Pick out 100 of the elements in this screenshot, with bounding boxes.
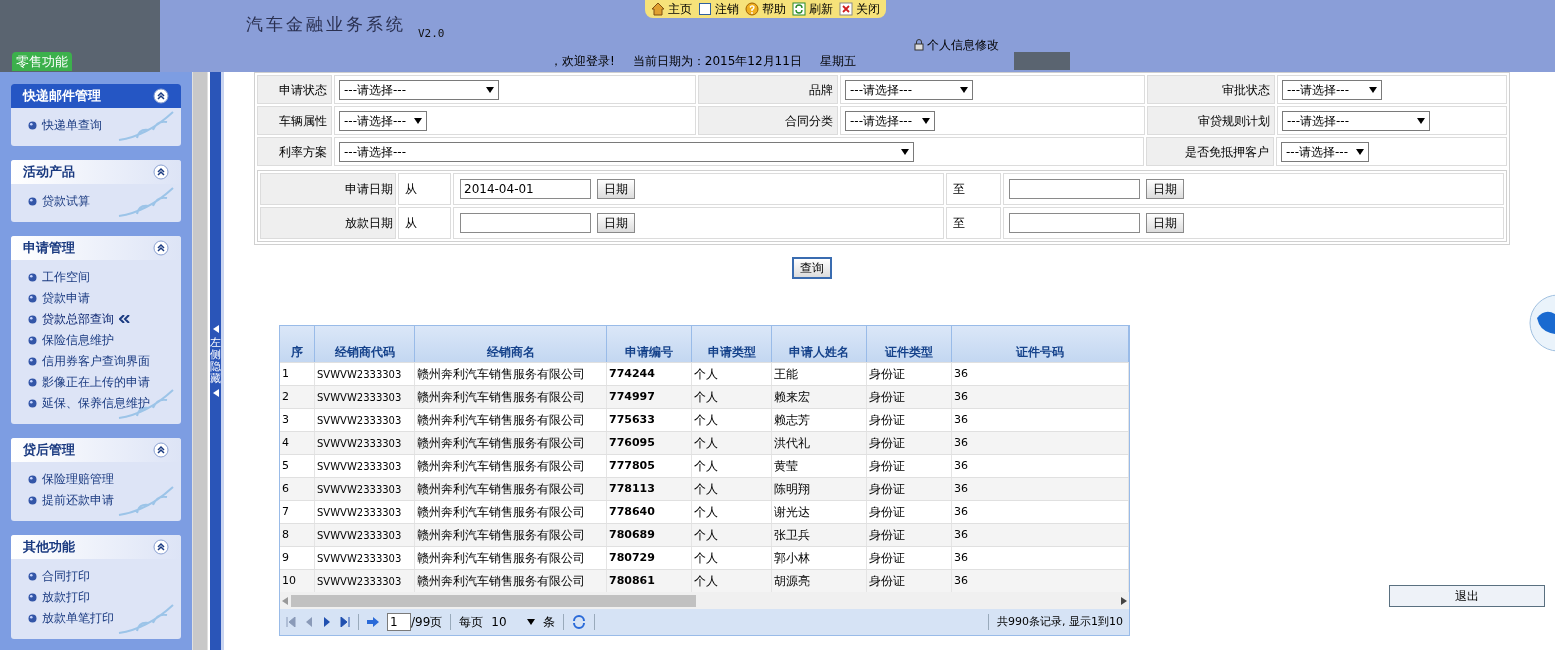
table-row[interactable]: 2 SVWVW2333303 赣州奔利汽车销售服务有限公司 774997 个人 赖来宏 身份证 36 — [280, 385, 1129, 408]
to-label: 至 — [953, 181, 965, 198]
panel-header[interactable]: 活动产品 — [11, 160, 181, 184]
table-row[interactable]: 7 SVWVW2333303 赣州奔利汽车销售服务有限公司 778640 个人 谢光达 身份证 36 — [280, 500, 1129, 523]
date-button[interactable]: 日期 — [1146, 179, 1184, 199]
document-icon — [697, 2, 712, 16]
panel-title: 申请管理 — [23, 239, 75, 258]
menu-item[interactable]: 放款单笔打印 — [28, 609, 164, 627]
bullet-icon — [28, 571, 37, 581]
search-button[interactable]: 查询 — [792, 257, 832, 279]
profile-link[interactable]: 个人信息修改 — [914, 38, 999, 52]
menu-item[interactable]: 贷款试算 — [28, 192, 164, 210]
select-field[interactable]: ---请选择--- — [1281, 141, 1369, 162]
date-input[interactable]: 2014-04-01 — [460, 179, 591, 199]
per-page-unit: 条 — [543, 614, 556, 631]
filter-label: 申请状态 — [257, 75, 332, 104]
panel-header[interactable]: 快递邮件管理 — [11, 84, 181, 108]
bullet-icon — [28, 495, 37, 505]
collapse-icon[interactable] — [153, 539, 169, 555]
select-field[interactable]: ---请选择--- — [1282, 79, 1382, 100]
select-field[interactable]: ---请选择--- — [1282, 110, 1430, 131]
menu-item[interactable]: 影像正在上传的申请 — [28, 373, 164, 391]
table-row[interactable]: 1 SVWVW2333303 赣州奔利汽车销售服务有限公司 774244 个人 王能 身份证 36 — [280, 362, 1129, 385]
date-button[interactable]: 日期 — [1146, 213, 1184, 233]
table-row[interactable]: 3 SVWVW2333303 赣州奔利汽车销售服务有限公司 775633 个人 赖志芳 身份证 36 — [280, 408, 1129, 431]
select-field[interactable]: ---请选择--- — [845, 79, 973, 100]
filter-label: 审批状态 — [1147, 75, 1275, 104]
menu-item[interactable]: 合同打印 — [28, 567, 164, 585]
select-field[interactable]: ---请选择--- — [339, 79, 499, 100]
toolbar-link[interactable]: 注销 — [697, 0, 739, 18]
menu-item[interactable]: 放款打印 — [28, 588, 164, 606]
go-arrow-icon[interactable] — [367, 617, 379, 627]
toolbar-link[interactable]: 主页 — [650, 0, 692, 18]
next-page-icon[interactable] — [322, 617, 332, 627]
bullet-icon — [28, 398, 37, 408]
dropdown-arrow-icon — [1369, 86, 1377, 93]
panel-title: 活动产品 — [23, 163, 75, 182]
lock-icon — [914, 39, 924, 51]
menu-item[interactable]: 快递单查询 — [28, 116, 164, 134]
panel-title: 贷后管理 — [23, 441, 75, 460]
toolbar-link[interactable]: 刷新 — [791, 0, 833, 18]
scrollbar-thumb[interactable] — [291, 594, 696, 607]
panel-header[interactable]: 贷后管理 — [11, 438, 181, 462]
dropdown-arrow-icon — [1417, 117, 1425, 124]
table-row[interactable]: 9 SVWVW2333303 赣州奔利汽车销售服务有限公司 780729 个人 郭小林 身份证 36 — [280, 546, 1129, 569]
date-button[interactable]: 日期 — [597, 179, 635, 199]
filter-label: 合同分类 — [698, 106, 838, 135]
total-pages: /99页 — [411, 614, 443, 631]
table-row[interactable]: 6 SVWVW2333303 赣州奔利汽车销售服务有限公司 778113 个人 陈明翔 身份证 36 — [280, 477, 1129, 500]
current-date: 当前日期为：2015年12月11日 — [632, 53, 802, 70]
filter-label: 申请日期 — [260, 173, 396, 205]
menu-item[interactable]: 保险信息维护 — [28, 331, 164, 349]
close-icon — [838, 2, 853, 16]
filter-label: 是否免抵押客户 — [1146, 137, 1274, 166]
bullet-icon — [28, 120, 37, 130]
table-row[interactable]: 10 SVWVW2333303 赣州奔利汽车销售服务有限公司 780861 个人 胡源亮 身份证 36 — [280, 569, 1129, 592]
exit-button[interactable]: 退出 — [1389, 585, 1545, 607]
collapse-icon[interactable] — [153, 240, 169, 256]
welcome-text: ，欢迎登录! — [550, 53, 615, 70]
filter-label: 审贷规则计划 — [1147, 106, 1275, 135]
date-input[interactable] — [1009, 213, 1140, 233]
menu-item[interactable]: 保险理赔管理 — [28, 470, 164, 488]
weekday-text: 星期五 — [819, 53, 856, 70]
page-input[interactable]: 1 — [387, 613, 411, 631]
date-input[interactable] — [1009, 179, 1140, 199]
home-icon — [650, 2, 665, 16]
menu-item[interactable]: 贷款总部查询 — [28, 310, 164, 328]
last-page-icon[interactable] — [340, 617, 350, 627]
collapse-icon[interactable] — [153, 88, 169, 104]
panel-header[interactable]: 其他功能 — [11, 535, 181, 559]
per-page-label: 每页 — [459, 614, 484, 631]
menu-item[interactable]: 工作空间 — [28, 268, 164, 286]
date-button[interactable]: 日期 — [597, 213, 635, 233]
record-summary: 共990条记录, 显示1到10 — [997, 613, 1123, 630]
table-row[interactable]: 8 SVWVW2333303 赣州奔利汽车销售服务有限公司 780689 个人 张卫兵 身份证 36 — [280, 523, 1129, 546]
date-input[interactable] — [460, 213, 591, 233]
collapse-icon[interactable] — [153, 442, 169, 458]
bullet-icon — [28, 474, 37, 484]
bullet-icon — [28, 592, 37, 602]
refresh-icon[interactable] — [572, 615, 587, 629]
select-field[interactable]: ---请选择--- — [339, 141, 914, 162]
table-row[interactable]: 4 SVWVW2333303 赣州奔利汽车销售服务有限公司 776095 个人 洪代礼 身份证 36 — [280, 431, 1129, 454]
sidebar-toggle-strip[interactable]: 左侧隐藏 — [210, 72, 224, 650]
filter-label: 品牌 — [698, 75, 838, 104]
filter-label: 放款日期 — [260, 207, 396, 239]
per-page-select[interactable]: 10 — [491, 613, 536, 631]
menu-item[interactable]: 提前还款申请 — [28, 491, 164, 509]
select-field[interactable]: ---请选择--- — [339, 110, 427, 131]
menu-item[interactable]: 延保、保养信息维护 — [28, 394, 164, 412]
menu-item[interactable]: 信用券客户查询界面 — [28, 352, 164, 370]
panel-header[interactable]: 申请管理 — [11, 236, 181, 260]
select-field[interactable]: ---请选择--- — [845, 110, 935, 131]
scroll-right-icon[interactable] — [1121, 596, 1127, 605]
collapse-icon[interactable] — [153, 164, 169, 180]
dropdown-arrow-icon — [1356, 148, 1364, 155]
toolbar-link[interactable]: 帮助 — [744, 0, 786, 18]
dropdown-arrow-icon — [922, 117, 930, 124]
toolbar-link[interactable]: 关闭 — [838, 0, 880, 18]
menu-item[interactable]: 贷款申请 — [28, 289, 164, 307]
table-row[interactable]: 5 SVWVW2333303 赣州奔利汽车销售服务有限公司 777805 个人 黄莹 身份证 36 — [280, 454, 1129, 477]
